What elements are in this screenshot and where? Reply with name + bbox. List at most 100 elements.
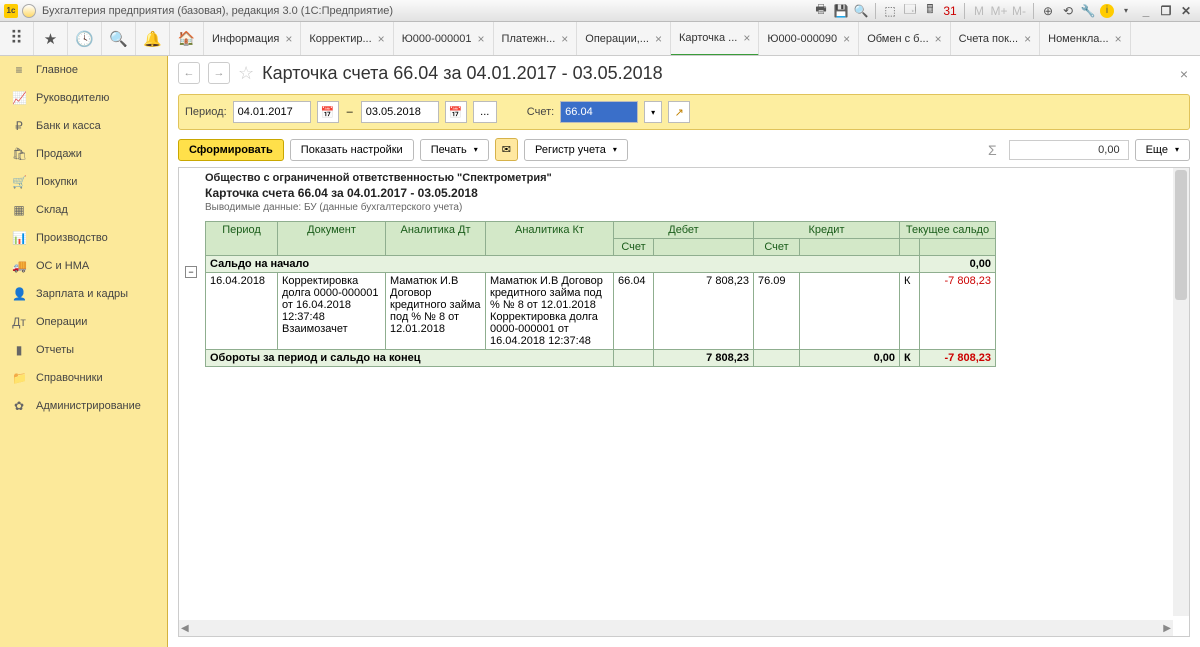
sidebar-label: Продажи bbox=[36, 148, 82, 160]
page-close-button[interactable]: × bbox=[1180, 66, 1188, 82]
app-logo-icon: 1c bbox=[4, 4, 18, 18]
sidebar-icon: 🛒 bbox=[12, 175, 26, 189]
total-sign: К bbox=[900, 350, 920, 367]
tab-close-icon[interactable]: × bbox=[285, 32, 292, 46]
generate-button[interactable]: Сформировать bbox=[178, 139, 284, 161]
sidebar: ≡Главное📈Руководителю₽Банк и касса 🛍 Прода… bbox=[0, 56, 168, 647]
collapse-toggle[interactable]: − bbox=[185, 266, 197, 278]
apps-grid-icon[interactable]: ⠿ bbox=[0, 22, 34, 55]
tab-close-icon[interactable]: × bbox=[378, 32, 385, 46]
toolbar-icon-2[interactable]: 🗔 bbox=[902, 3, 918, 19]
sidebar-item-5[interactable]: ▦Склад bbox=[0, 196, 167, 224]
sidebar-icon: 📊 bbox=[12, 231, 26, 245]
sidebar-icon: 📈 bbox=[12, 91, 26, 105]
sidebar-item-9[interactable]: ДтОперации bbox=[0, 308, 167, 336]
tab-5[interactable]: Карточка ...× bbox=[671, 22, 759, 55]
home-icon[interactable]: 🏠 bbox=[170, 22, 204, 55]
report-area: Общество с ограниченной ответственностью… bbox=[178, 167, 1190, 637]
email-button[interactable]: ✉ bbox=[495, 138, 518, 161]
sidebar-item-6[interactable]: 📊Производство bbox=[0, 224, 167, 252]
info-dropdown[interactable]: ▾ bbox=[1118, 3, 1134, 19]
account-input[interactable] bbox=[560, 101, 638, 123]
tab-3[interactable]: Платежн...× bbox=[494, 22, 578, 55]
sidebar-item-2[interactable]: ₽Банк и касса bbox=[0, 112, 167, 140]
sidebar-label: Отчеты bbox=[36, 344, 74, 356]
tab-close-icon[interactable]: × bbox=[478, 32, 485, 46]
close-button[interactable]: ✕ bbox=[1178, 3, 1194, 19]
tab-2[interactable]: Ю000-000001× bbox=[394, 22, 494, 55]
favorite-icon[interactable]: ★ bbox=[34, 22, 68, 55]
tab-close-icon[interactable]: × bbox=[561, 32, 568, 46]
account-open-icon[interactable]: ↗ bbox=[668, 101, 690, 123]
report-title: Карточка счета 66.04 за 04.01.2017 - 03.… bbox=[205, 186, 1163, 200]
date-to-input[interactable] bbox=[361, 101, 439, 123]
sidebar-item-10[interactable]: ▮ Отчеты bbox=[0, 336, 167, 364]
sidebar-item-7[interactable]: 🚚ОС и НМА bbox=[0, 252, 167, 280]
maximize-button[interactable]: ❐ bbox=[1158, 3, 1174, 19]
sidebar-item-4[interactable]: 🛒Покупки bbox=[0, 168, 167, 196]
sidebar-icon: 🛍 bbox=[12, 147, 26, 161]
tab-close-icon[interactable]: × bbox=[655, 32, 662, 46]
register-button[interactable]: Регистр учета▾ bbox=[524, 139, 628, 161]
sidebar-item-12[interactable]: ✿Администрирование bbox=[0, 392, 167, 420]
sidebar-icon: ▮ bbox=[12, 343, 26, 357]
back-icon[interactable]: ⟲ bbox=[1060, 3, 1076, 19]
bell-icon[interactable]: 🔔 bbox=[136, 22, 170, 55]
date-from-calendar-icon[interactable]: 📅 bbox=[317, 101, 339, 123]
tab-7[interactable]: Обмен с б...× bbox=[859, 22, 950, 55]
total-debit: 7 808,23 bbox=[654, 350, 754, 367]
history-icon[interactable]: 🕓 bbox=[68, 22, 102, 55]
nav-back-button[interactable]: ← bbox=[178, 62, 200, 84]
toolbar-icon-1[interactable]: ⬚ bbox=[882, 3, 898, 19]
sidebar-label: Зарплата и кадры bbox=[36, 288, 128, 300]
th-debit: Дебет bbox=[614, 222, 754, 239]
cell-doc: Корректировка долга 0000-000001 от 16.04… bbox=[278, 273, 386, 350]
sidebar-item-8[interactable]: 👤Зарплата и кадры bbox=[0, 280, 167, 308]
tab-6[interactable]: Ю000-000090 × bbox=[759, 22, 859, 55]
app-menu-dropdown[interactable] bbox=[22, 4, 36, 18]
zoom-icon[interactable]: ⊕ bbox=[1040, 3, 1056, 19]
minimize-button[interactable]: _ bbox=[1138, 3, 1154, 19]
tab-close-icon[interactable]: × bbox=[1024, 32, 1031, 46]
tab-8[interactable]: Счета пок...× bbox=[951, 22, 1040, 55]
tab-close-icon[interactable]: × bbox=[1115, 32, 1122, 46]
tab-close-icon[interactable]: × bbox=[935, 32, 942, 46]
date-to-calendar-icon[interactable]: 📅 bbox=[445, 101, 467, 123]
table-row[interactable]: 16.04.2018 Корректировка долга 0000-0000… bbox=[206, 273, 996, 350]
sidebar-item-3[interactable]: 🛍 Продажи bbox=[0, 140, 167, 168]
th-bal-val bbox=[920, 239, 996, 256]
sidebar-icon: 🚚 bbox=[12, 259, 26, 273]
tab-9[interactable]: Номенкла...× bbox=[1040, 22, 1130, 55]
nav-forward-button[interactable]: → bbox=[208, 62, 230, 84]
sidebar-label: Склад bbox=[36, 204, 68, 216]
tab-label: Ю000-000090 bbox=[767, 33, 837, 45]
more-button[interactable]: Еще▾ bbox=[1135, 139, 1190, 161]
cell-deb-val: 7 808,23 bbox=[654, 273, 754, 350]
tab-1[interactable]: Корректир...× bbox=[301, 22, 393, 55]
cell-date: 16.04.2018 bbox=[206, 273, 278, 350]
tab-4[interactable]: Операции,...× bbox=[577, 22, 671, 55]
calculator-icon[interactable]: 🖩 bbox=[922, 3, 938, 19]
save-icon[interactable]: 💾 bbox=[833, 3, 849, 19]
th-balance: Текущее сальдо bbox=[900, 222, 996, 239]
calendar-icon[interactable]: 31 bbox=[942, 3, 958, 19]
tab-close-icon[interactable]: × bbox=[743, 31, 750, 45]
print-button[interactable]: Печать▾ bbox=[420, 139, 489, 161]
favorite-star-icon[interactable]: ☆ bbox=[238, 63, 254, 84]
date-from-input[interactable] bbox=[233, 101, 311, 123]
horizontal-scrollbar[interactable]: ◀▶ bbox=[179, 620, 1173, 636]
sidebar-item-0[interactable]: ≡Главное bbox=[0, 56, 167, 84]
print-icon[interactable]: 🖶 bbox=[813, 3, 829, 19]
period-picker-button[interactable]: ... bbox=[473, 101, 497, 123]
key-icon[interactable]: 🔧 bbox=[1080, 3, 1096, 19]
preview-icon[interactable]: 🔍 bbox=[853, 3, 869, 19]
sidebar-item-1[interactable]: 📈Руководителю bbox=[0, 84, 167, 112]
info-icon[interactable]: i bbox=[1100, 4, 1114, 18]
tab-close-icon[interactable]: × bbox=[843, 32, 850, 46]
vertical-scrollbar[interactable] bbox=[1173, 168, 1189, 616]
account-dropdown-icon[interactable]: ▾ bbox=[644, 101, 662, 123]
show-settings-button[interactable]: Показать настройки bbox=[290, 139, 414, 161]
sidebar-item-11[interactable]: 📁Справочники bbox=[0, 364, 167, 392]
tab-0[interactable]: Информация× bbox=[204, 22, 301, 55]
search-icon[interactable]: 🔍 bbox=[102, 22, 136, 55]
